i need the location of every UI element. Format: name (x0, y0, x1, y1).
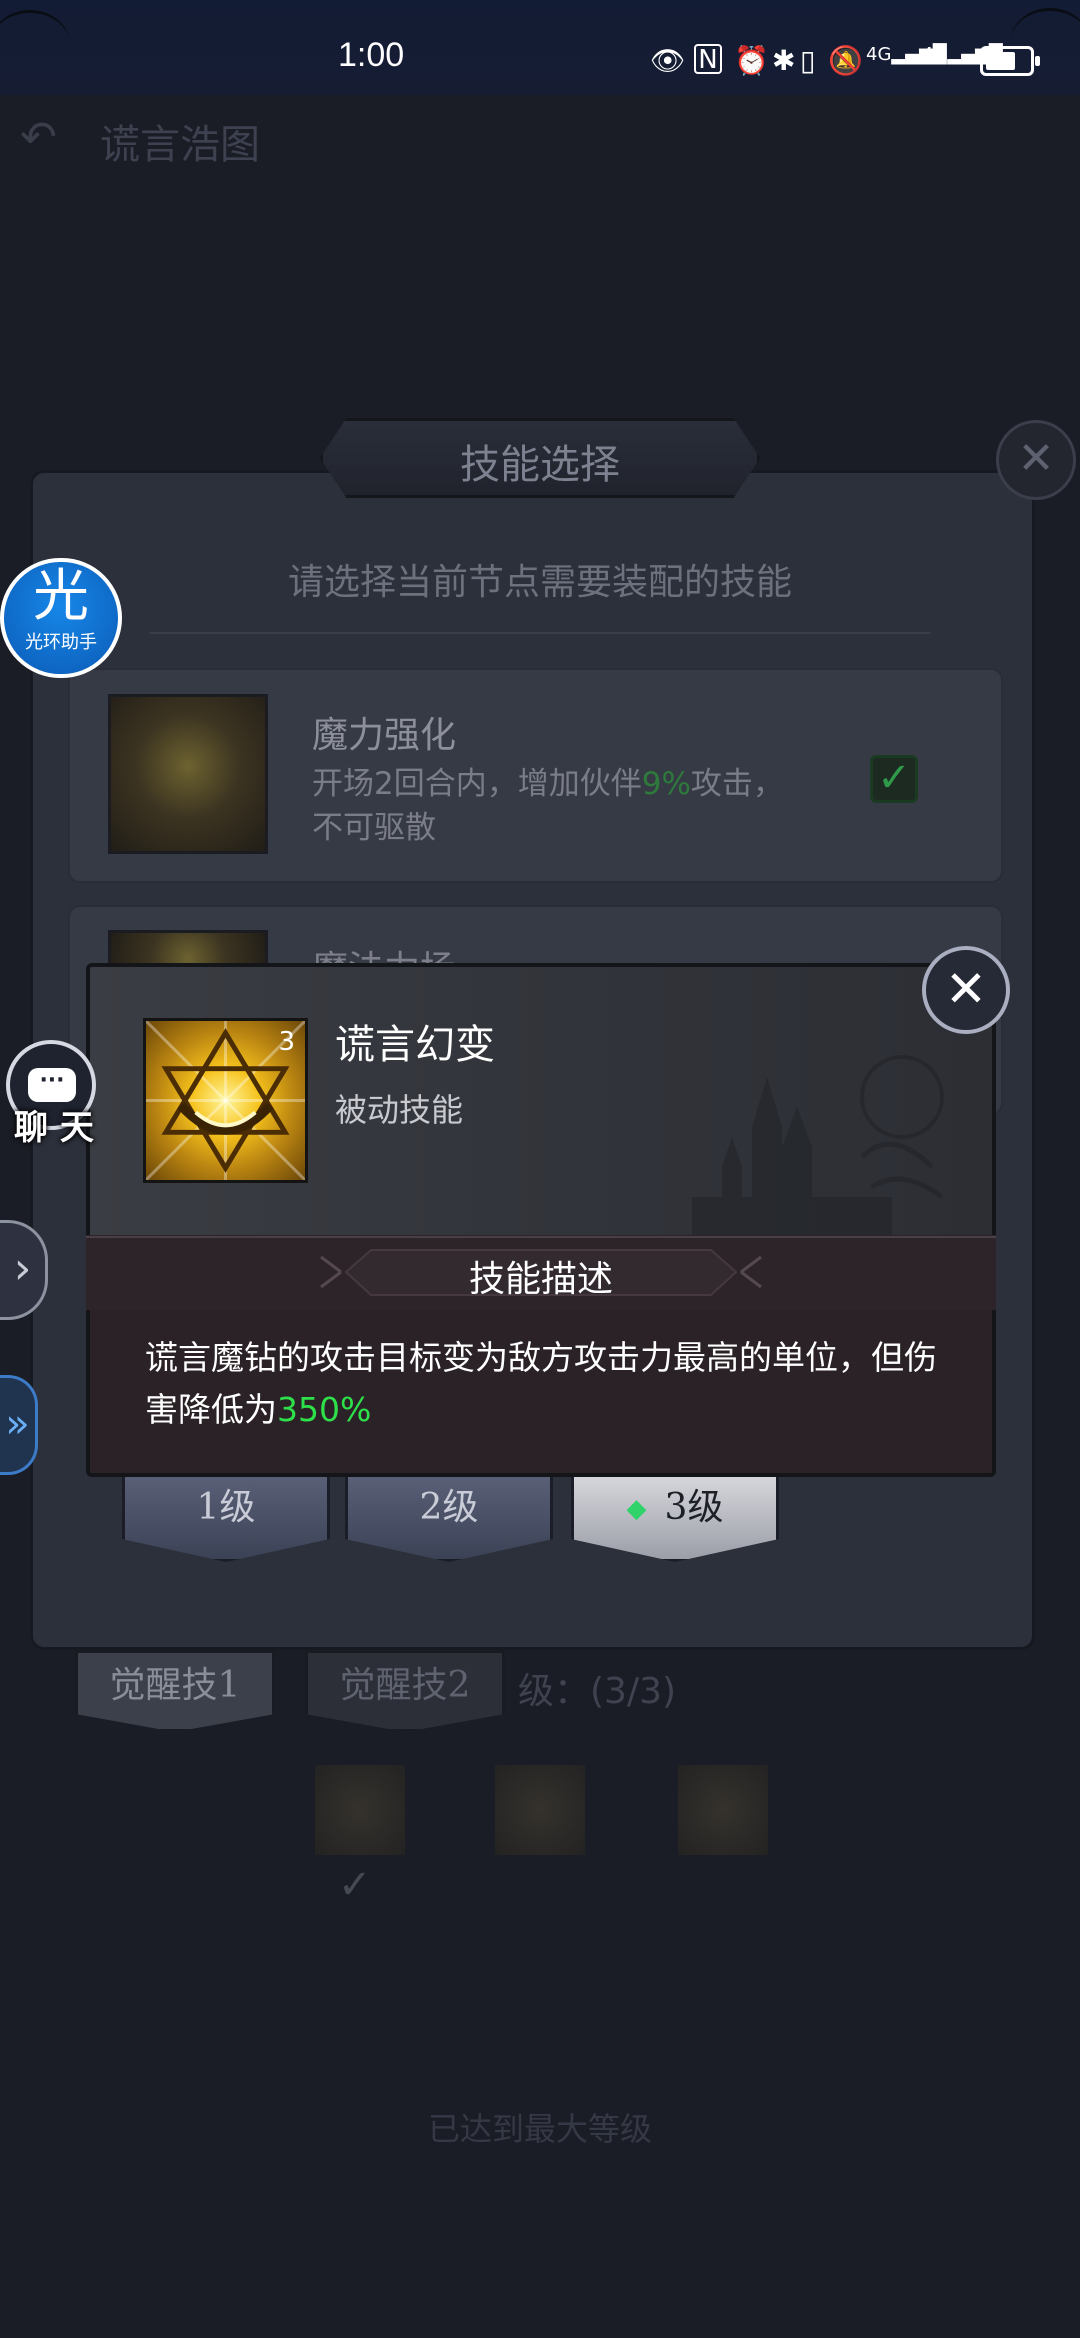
branch-decoration (0, 10, 70, 80)
alarm-icon: ⏰ (734, 44, 769, 77)
chat-bubble-icon: ··· (28, 1068, 76, 1102)
nfc-icon: N (694, 44, 722, 74)
skill-icon: 3 (143, 1018, 308, 1183)
panel-subtitle: 请选择当前节点需要装配的技能 (287, 562, 792, 603)
close-icon[interactable]: ✕ (996, 420, 1076, 500)
divider (150, 632, 930, 634)
max-level-text: 已达到最大等级 (427, 2110, 652, 2148)
awakening-level: 级：(3/3) (518, 1671, 677, 1712)
helper-floating-button[interactable]: 光 光环助手 (0, 558, 122, 678)
skill-name: 魔力强化 (312, 715, 457, 756)
close-popup-button[interactable]: ✕ (922, 946, 1010, 1034)
popup-skill-name: 谎言幻变 (335, 1022, 495, 1068)
gem-icon: ◆ (626, 1494, 647, 1524)
helper-label: 光环助手 (25, 632, 97, 653)
side-panel-toggle-icon[interactable]: » (0, 1375, 38, 1475)
bluetooth-icon: ✱ (772, 44, 796, 77)
skill-description: 谎言魔钻的攻击目标变为敌方攻击力最高的单位，但伤害降低为350% (145, 1338, 937, 1429)
check-icon: ✓ (338, 1862, 372, 1908)
mute-icon: 🔕 (828, 44, 863, 77)
status-time: 1:00 (338, 36, 405, 74)
tab-awakening-1[interactable]: 觉醒技1 (75, 1650, 275, 1732)
awakening-skill-icon[interactable] (678, 1765, 768, 1855)
popup-skill-type: 被动技能 (335, 1091, 464, 1129)
chat-label: 聊 天 (14, 1108, 94, 1148)
skill-description: 开场2回合内，增加伙伴9%攻击，不可驱散 (312, 766, 784, 846)
awakening-skill-icon[interactable] (495, 1765, 585, 1855)
back-arrow-icon[interactable]: ↶ (20, 112, 57, 163)
skill-icon (108, 694, 268, 854)
helper-logo: 光 (33, 564, 89, 629)
skill-level-badge: 3 (278, 1027, 295, 1057)
panel-title: 技能选择 (460, 442, 620, 488)
page-title: 谎言浩图 (100, 122, 260, 168)
castle-decoration (692, 1055, 944, 1237)
checkbox-checked-icon[interactable]: ✓ (870, 755, 918, 803)
awakening-skill-icon[interactable] (315, 1765, 405, 1855)
tab-awakening-2[interactable]: 觉醒技2 (305, 1650, 505, 1732)
battery-icon (980, 46, 1040, 76)
eye-icon: 👁 (650, 44, 686, 77)
vibrate-icon: ▯ (800, 44, 816, 77)
description-title: 技能描述 (468, 1259, 613, 1300)
